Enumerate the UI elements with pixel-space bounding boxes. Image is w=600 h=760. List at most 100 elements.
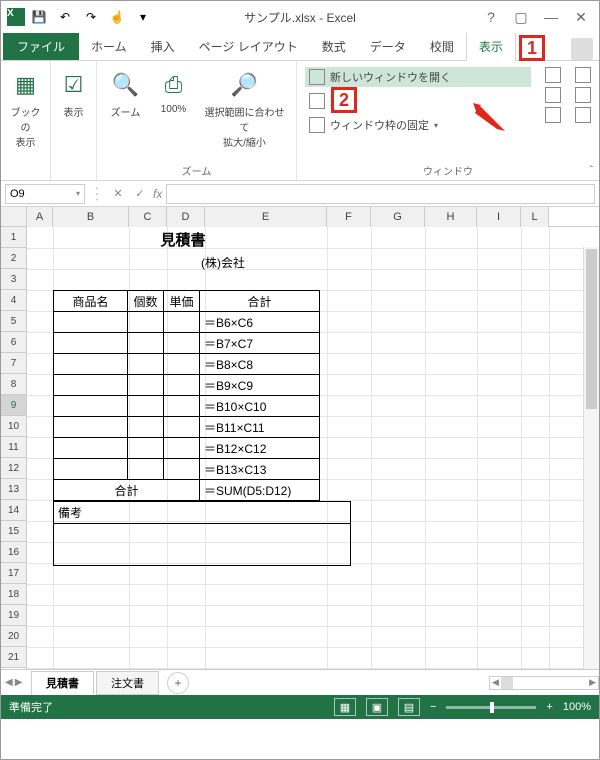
- close-icon[interactable]: ✕: [569, 5, 593, 29]
- workbook-views-button[interactable]: ▦ ブックの 表示: [6, 67, 46, 151]
- touch-icon[interactable]: ☝: [105, 5, 129, 29]
- tab-file[interactable]: ファイル: [3, 33, 79, 60]
- show-button[interactable]: ☑ 表示: [54, 67, 94, 121]
- hdr-total: 合計: [200, 291, 320, 312]
- select-all-corner[interactable]: [1, 207, 27, 227]
- col-header[interactable]: G: [371, 207, 425, 227]
- row-header[interactable]: 3: [1, 269, 26, 290]
- horizontal-scrollbar[interactable]: ◀ ▶: [489, 676, 599, 690]
- cell-formula: ＝B9×C9: [200, 375, 320, 396]
- freeze-dropdown-icon: ▾: [434, 121, 438, 130]
- save-icon[interactable]: 💾: [27, 5, 51, 29]
- hundred-button[interactable]: ⎙ 100%: [154, 67, 194, 117]
- zoom-slider[interactable]: [446, 706, 536, 709]
- pagebreak-view-icon[interactable]: ▤: [398, 698, 420, 716]
- minimize-icon[interactable]: —: [539, 5, 563, 29]
- row-header[interactable]: 6: [1, 332, 26, 353]
- row-header[interactable]: 14: [1, 500, 26, 521]
- collapse-ribbon-icon[interactable]: ˆ: [590, 165, 593, 176]
- freeze-button[interactable]: ウィンドウ枠の固定 ▾: [305, 115, 531, 135]
- arrange-icon: [309, 93, 325, 109]
- zoom-out-button[interactable]: −: [430, 701, 436, 713]
- row-header[interactable]: 18: [1, 584, 26, 605]
- vertical-scrollbar[interactable]: [583, 247, 599, 669]
- sheet-tab-other[interactable]: 注文書: [96, 671, 159, 695]
- col-header[interactable]: I: [477, 207, 521, 227]
- row-header[interactable]: 21: [1, 647, 26, 668]
- fit-selection-button[interactable]: 🔎 選択範囲に合わせて 拡大/縮小: [202, 67, 288, 151]
- hide-icon[interactable]: [545, 87, 561, 103]
- row-header[interactable]: 2: [1, 248, 26, 269]
- sheet-tab-active[interactable]: 見積書: [31, 671, 94, 695]
- row-header[interactable]: 20: [1, 626, 26, 647]
- normal-view-icon[interactable]: ▦: [334, 698, 356, 716]
- col-header[interactable]: C: [129, 207, 167, 227]
- col-header[interactable]: H: [425, 207, 477, 227]
- row-header[interactable]: 15: [1, 521, 26, 542]
- zoom-value[interactable]: 100%: [563, 701, 591, 713]
- split-icon[interactable]: [545, 67, 561, 83]
- col-header[interactable]: B: [53, 207, 129, 227]
- qat-more-icon[interactable]: ▾: [131, 5, 155, 29]
- name-box-dropdown-icon: ▾: [76, 189, 80, 198]
- row-header[interactable]: 7: [1, 353, 26, 374]
- row-header[interactable]: 1: [1, 227, 26, 248]
- company-name: (株)会社: [201, 254, 245, 271]
- reset-pos-icon[interactable]: [575, 107, 591, 123]
- undo-icon[interactable]: ↶: [53, 5, 77, 29]
- cell-formula: ＝B12×C12: [200, 438, 320, 459]
- row-header[interactable]: 10: [1, 416, 26, 437]
- cell-formula: ＝B8×C8: [200, 354, 320, 375]
- quote-table: 商品名 個数 単価 合計 ＝B6×C6 ＝B7×C7 ＝B8×C8 ＝B9×C9…: [53, 290, 320, 501]
- col-header[interactable]: D: [167, 207, 205, 227]
- tab-insert[interactable]: 挿入: [139, 33, 187, 60]
- tab-pagelayout[interactable]: ページ レイアウト: [187, 33, 310, 60]
- col-header[interactable]: F: [327, 207, 371, 227]
- col-header[interactable]: A: [27, 207, 53, 227]
- tab-formulas[interactable]: 数式: [310, 33, 358, 60]
- row-header[interactable]: 19: [1, 605, 26, 626]
- fx-icon[interactable]: fx: [153, 187, 162, 201]
- row-header[interactable]: 8: [1, 374, 26, 395]
- help-icon[interactable]: ?: [479, 5, 503, 29]
- zoom-button[interactable]: 🔍 ズーム: [106, 67, 146, 121]
- unhide-icon[interactable]: [545, 107, 561, 123]
- window-group-label: ウィンドウ: [305, 160, 591, 178]
- row-header[interactable]: 4: [1, 290, 26, 311]
- row-header[interactable]: 9: [1, 395, 26, 416]
- row-header[interactable]: 17: [1, 563, 26, 584]
- enter-icon[interactable]: ✓: [131, 185, 149, 203]
- row-header[interactable]: 12: [1, 458, 26, 479]
- col-header[interactable]: L: [521, 207, 549, 227]
- hundred-label: 100%: [161, 104, 187, 115]
- col-header[interactable]: E: [205, 207, 327, 227]
- row-header[interactable]: 11: [1, 437, 26, 458]
- zoom-in-button[interactable]: +: [546, 701, 552, 713]
- cells-area[interactable]: 見積書 (株)会社 商品名 個数 単価 合計 ＝B6×C6 ＝B7×C7 ＝B8…: [27, 227, 599, 669]
- side-by-side-icon[interactable]: [575, 67, 591, 83]
- tab-nav-prev-icon[interactable]: ◀: [5, 677, 13, 688]
- formula-bar[interactable]: [166, 184, 595, 204]
- pagelayout-view-icon[interactable]: ▣: [366, 698, 388, 716]
- doc-title: 見積書: [53, 229, 313, 250]
- tab-home[interactable]: ホーム: [79, 33, 139, 60]
- hdr-qty: 個数: [128, 291, 164, 312]
- cancel-icon[interactable]: ✕: [109, 185, 127, 203]
- tab-view[interactable]: 表示: [466, 32, 516, 61]
- ribbon-options-icon[interactable]: ▢: [509, 5, 533, 29]
- row-header[interactable]: 5: [1, 311, 26, 332]
- user-avatar[interactable]: [571, 38, 593, 60]
- redo-icon[interactable]: ↷: [79, 5, 103, 29]
- new-window-button[interactable]: 新しいウィンドウを開く: [305, 67, 531, 87]
- name-box[interactable]: O9 ▾: [5, 184, 85, 204]
- row-header[interactable]: 13: [1, 479, 26, 500]
- sync-scroll-icon[interactable]: [575, 87, 591, 103]
- add-sheet-button[interactable]: +: [167, 672, 189, 694]
- tab-review[interactable]: 校閲: [418, 33, 466, 60]
- row-header[interactable]: 16: [1, 542, 26, 563]
- tab-nav-next-icon[interactable]: ▶: [15, 677, 23, 688]
- cell-formula: ＝B6×C6: [200, 312, 320, 333]
- tab-data[interactable]: データ: [358, 33, 418, 60]
- formula-bar-row: O9 ▾ ⋮ ✕ ✓ fx: [1, 181, 599, 207]
- ribbon: ▦ ブックの 表示 ☑ 表示 🔍 ズーム ⎙ 100% 🔎 選択範囲に合わせて …: [1, 61, 599, 181]
